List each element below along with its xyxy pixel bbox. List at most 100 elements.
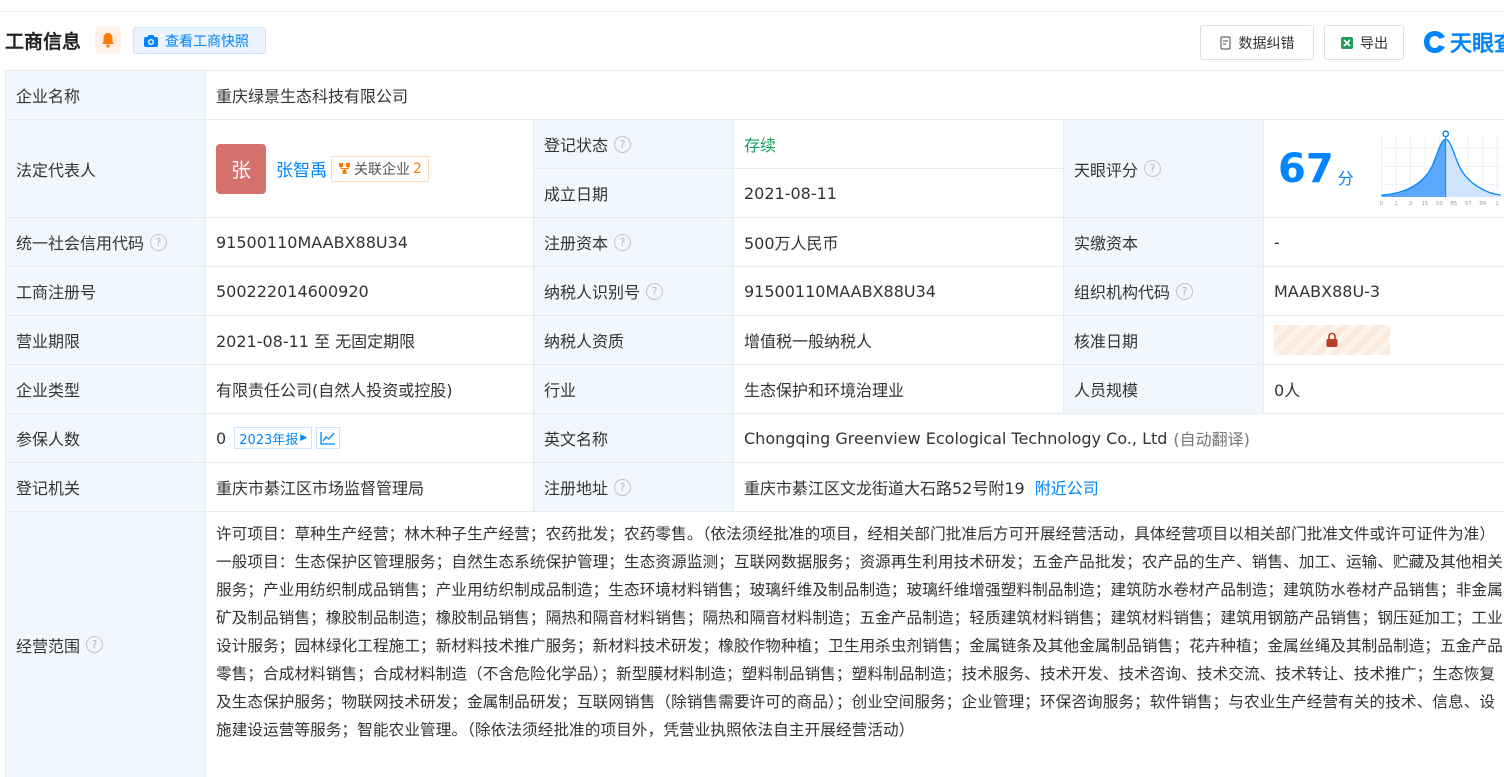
english-name-cell: Chongqing Greenview Ecological Technolog… bbox=[734, 414, 1504, 463]
approve-date-label: 核准日期 bbox=[1064, 316, 1264, 365]
help-icon[interactable]: ? bbox=[614, 478, 632, 496]
annual-report-year: 2023年报 bbox=[239, 432, 299, 448]
insured-cell: 0 2023年报 ▶ bbox=[206, 414, 534, 463]
authority-value: 重庆市綦江区市场监督管理局 bbox=[206, 463, 534, 512]
address-value: 重庆市綦江区文龙街道大石路52号附19 bbox=[744, 479, 1025, 498]
line-chart-icon bbox=[320, 432, 336, 445]
caret-right-icon: ▶ bbox=[300, 433, 308, 443]
score-tick: 99 bbox=[1479, 201, 1486, 207]
reg-capital-value: 500万人民币 bbox=[734, 218, 1064, 267]
section-title: 工商信息 bbox=[5, 31, 82, 53]
help-icon[interactable]: ? bbox=[1144, 160, 1162, 177]
staff-value: 0人 bbox=[1264, 365, 1504, 414]
credit-code-label: 统一社会信用代码 bbox=[16, 234, 145, 253]
score-tick: 97 bbox=[1464, 201, 1471, 207]
address-label: 注册地址 bbox=[544, 479, 609, 498]
address-cell: 重庆市綦江区文龙街道大石路52号附19 附近公司 bbox=[734, 463, 1504, 512]
taxpayer-id-label-cell: 纳税人识别号? bbox=[534, 267, 734, 316]
score-distribution-chart: 0 1 3 15 50 85 97 99 1 bbox=[1380, 129, 1501, 207]
taxpayer-id-value: 91500110MAABX88U34 bbox=[734, 267, 1064, 316]
help-icon[interactable]: ? bbox=[614, 135, 632, 153]
status-label-cell: 登记状态? bbox=[534, 120, 734, 169]
legal-rep-label: 法定代表人 bbox=[6, 120, 206, 218]
data-fix-button[interactable]: 数据纠错 bbox=[1200, 25, 1314, 60]
data-fix-label: 数据纠错 bbox=[1238, 35, 1295, 52]
excel-icon bbox=[1341, 36, 1353, 49]
industry-label: 行业 bbox=[534, 365, 734, 414]
score-unit: 分 bbox=[1337, 168, 1354, 188]
score-tick: 0 bbox=[1380, 201, 1384, 207]
english-name-label: 英文名称 bbox=[534, 414, 734, 463]
english-name-value: Chongqing Greenview Ecological Technolog… bbox=[744, 428, 1168, 448]
reg-no-value: 500222014600920 bbox=[206, 267, 534, 316]
taxpayer-qual-label: 纳税人资质 bbox=[534, 316, 734, 365]
scope-label: 经营范围 bbox=[16, 636, 81, 656]
status-value: 存续 bbox=[734, 120, 1064, 169]
brand-text: 天眼查 bbox=[1450, 32, 1504, 57]
company-name-value: 重庆绿景生态科技有限公司 bbox=[206, 71, 1504, 120]
tianyancha-logo-icon bbox=[1424, 31, 1445, 53]
term-label: 营业期限 bbox=[6, 316, 206, 365]
avatar[interactable]: 张 bbox=[216, 143, 266, 194]
camera-icon bbox=[144, 34, 158, 47]
paid-capital-value: - bbox=[1264, 218, 1504, 267]
annual-report-dropdown[interactable]: 2023年报 ▶ bbox=[234, 427, 313, 449]
reg-capital-label-cell: 注册资本? bbox=[534, 218, 734, 267]
credit-code-value: 91500110MAABX88U34 bbox=[206, 218, 534, 267]
top-strip bbox=[0, 0, 1504, 12]
reg-capital-label: 注册资本 bbox=[544, 234, 609, 253]
legal-rep-name-link[interactable]: 张智禹 bbox=[276, 156, 327, 181]
help-icon[interactable]: ? bbox=[646, 282, 664, 300]
company-name-label: 企业名称 bbox=[6, 71, 206, 120]
score-value: 67 bbox=[1278, 145, 1334, 192]
term-value: 2021-08-11 至 无固定期限 bbox=[206, 316, 534, 365]
score-tick: 15 bbox=[1421, 201, 1428, 207]
approve-date-cell bbox=[1264, 316, 1504, 365]
taxpayer-id-label: 纳税人识别号 bbox=[544, 283, 641, 302]
authority-label: 登记机关 bbox=[6, 463, 206, 512]
help-icon[interactable]: ? bbox=[614, 233, 632, 251]
related-label: 关联企业 bbox=[354, 161, 410, 178]
brand-logo: 天眼查 bbox=[1422, 26, 1504, 58]
paid-capital-label: 实缴资本 bbox=[1064, 218, 1264, 267]
score-label: 天眼评分 bbox=[1074, 160, 1139, 180]
org-code-label: 组织机构代码 bbox=[1074, 283, 1171, 302]
export-label: 导出 bbox=[1360, 35, 1388, 52]
score-tick: 1 bbox=[1495, 201, 1498, 207]
org-code-label-cell: 组织机构代码? bbox=[1064, 267, 1264, 316]
export-button[interactable]: 导出 bbox=[1324, 25, 1404, 60]
auto-translate-note: (自动翻译) bbox=[1173, 430, 1250, 449]
view-snapshot-button[interactable]: 查看工商快照 bbox=[133, 27, 266, 54]
scope-value-cell: 许可项目：草种生产经营；林木种子生产经营；农药批发；农药零售。（依法须经批准的项… bbox=[206, 512, 1504, 777]
business-info-table: 企业名称 重庆绿景生态科技有限公司 法定代表人 张 张智禹 关联企业 2 登记状… bbox=[5, 70, 1504, 777]
industry-value: 生态保护和环境治理业 bbox=[734, 365, 1064, 414]
section-header: 工商信息 查看工商快照 数据纠错 导出 天眼查 bbox=[0, 14, 1504, 68]
insured-value: 0 bbox=[216, 428, 227, 448]
staff-label: 人员规模 bbox=[1064, 365, 1264, 414]
reg-no-label: 工商注册号 bbox=[6, 267, 206, 316]
score-label-cell: 天眼评分? bbox=[1064, 120, 1264, 218]
related-companies-tag[interactable]: 关联企业 2 bbox=[331, 155, 429, 182]
edit-doc-icon bbox=[1219, 35, 1231, 50]
help-icon[interactable]: ? bbox=[1176, 282, 1194, 300]
score-tick: 3 bbox=[1408, 201, 1411, 207]
help-icon[interactable]: ? bbox=[86, 636, 104, 653]
bell-icon[interactable] bbox=[95, 27, 121, 53]
help-icon[interactable]: ? bbox=[150, 233, 168, 251]
type-label: 企业类型 bbox=[6, 365, 206, 414]
score-tick: 1 bbox=[1394, 201, 1397, 207]
score-tick: 50 bbox=[1436, 201, 1443, 207]
trend-chart-button[interactable] bbox=[316, 427, 341, 449]
scope-text: 许可项目：草种生产经营；林木种子生产经营；农药批发；农药零售。（依法须经批准的项… bbox=[216, 525, 1503, 739]
score-tick: 85 bbox=[1450, 201, 1457, 207]
related-count: 2 bbox=[413, 160, 422, 177]
nearby-companies-link[interactable]: 附近公司 bbox=[1035, 475, 1099, 499]
locked-value[interactable] bbox=[1274, 325, 1390, 355]
founded-value: 2021-08-11 bbox=[734, 169, 1064, 218]
status-label: 登记状态 bbox=[544, 136, 609, 155]
legal-rep-cell: 张 张智禹 关联企业 2 bbox=[206, 120, 534, 218]
founded-label: 成立日期 bbox=[534, 169, 734, 218]
score-cell[interactable]: 67 分 0 1 3 15 50 85 97 99 1 bbox=[1264, 120, 1504, 218]
network-icon bbox=[339, 163, 350, 174]
org-code-value: MAABX88U-3 bbox=[1264, 267, 1504, 316]
